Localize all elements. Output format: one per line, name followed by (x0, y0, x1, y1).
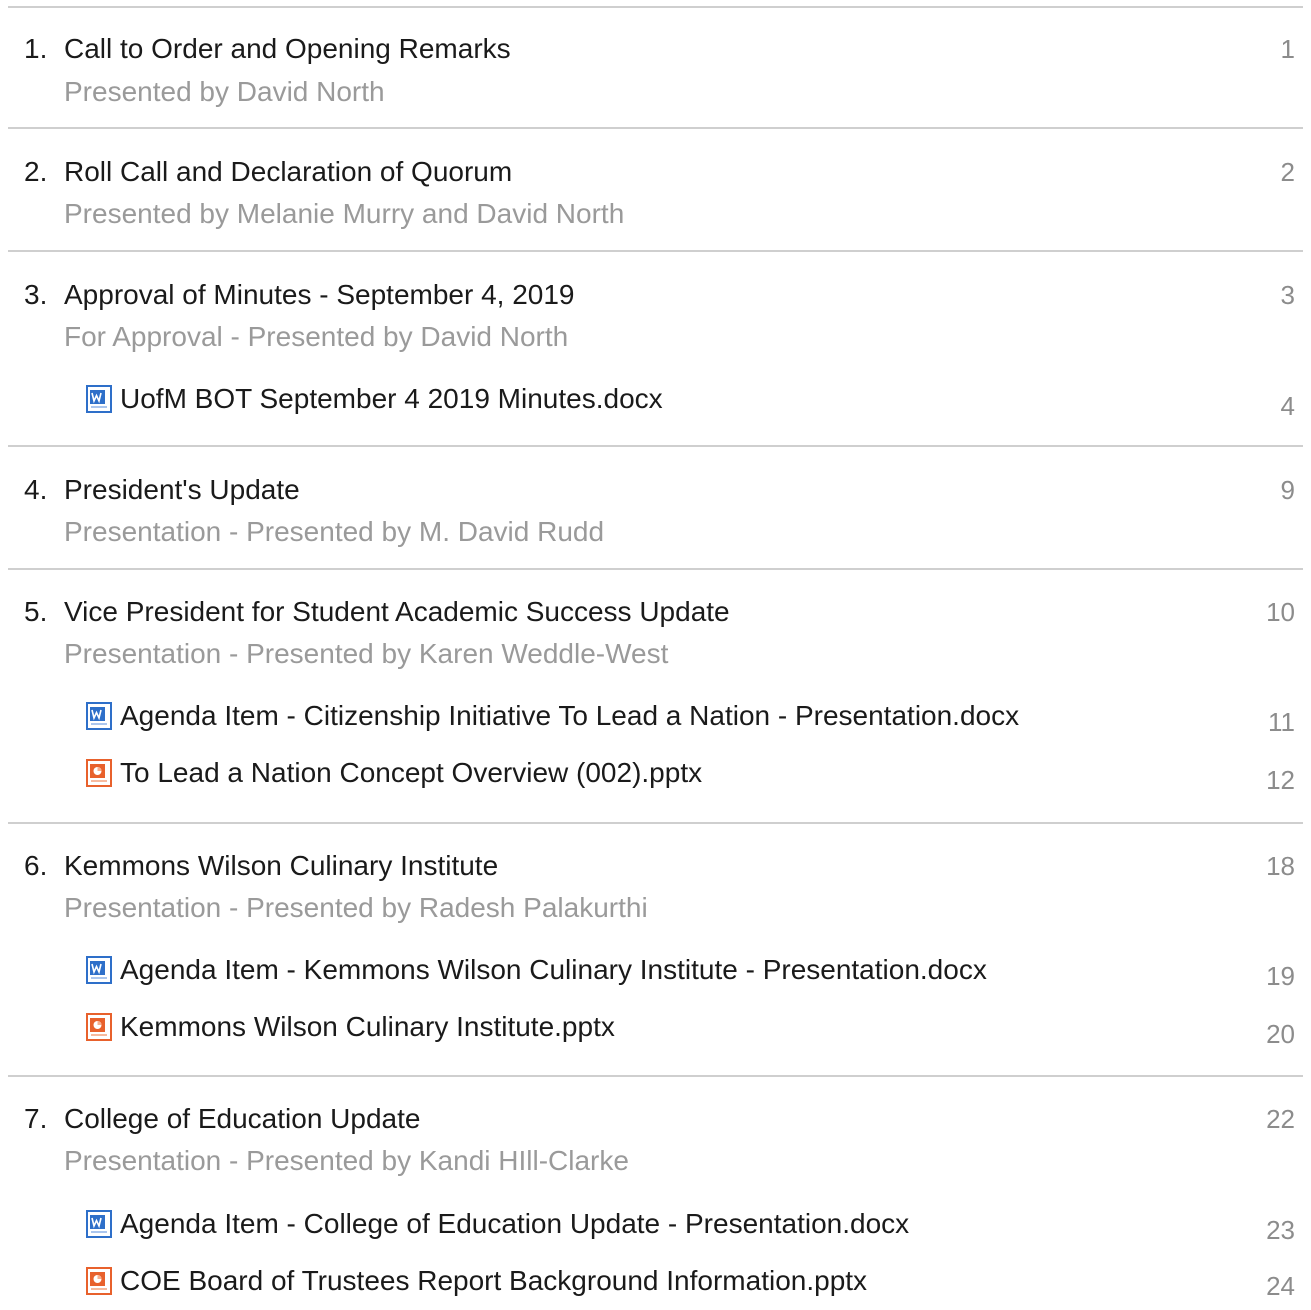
page-number: 18 (1266, 851, 1295, 881)
item-presenter: Presented by David North (64, 76, 385, 107)
divider (8, 568, 1303, 570)
page-number: 23 (1266, 1215, 1295, 1245)
item-presenter: Presentation - Presented by Kandi HIll-C… (64, 1145, 629, 1176)
attachment-link[interactable]: Kemmons Wilson Culinary Institute.pptx (86, 1009, 615, 1045)
page-number: 1 (1280, 34, 1295, 64)
word-document-icon (86, 385, 112, 413)
divider (8, 127, 1303, 129)
word-document-icon (86, 702, 112, 730)
attachment-name[interactable]: COE Board of Trustees Report Background … (120, 1263, 867, 1299)
item-title[interactable]: Kemmons Wilson Culinary Institute (64, 848, 498, 884)
attachment-name[interactable]: UofM BOT September 4 2019 Minutes.docx (120, 381, 663, 417)
divider (8, 6, 1303, 8)
item-title[interactable]: College of Education Update (64, 1101, 420, 1137)
attachment-link[interactable]: COE Board of Trustees Report Background … (86, 1263, 867, 1299)
item-number: 2. (24, 156, 48, 187)
divider (8, 822, 1303, 824)
attachment-name[interactable]: Agenda Item - College of Education Updat… (120, 1206, 909, 1242)
page-number: 3 (1280, 280, 1295, 310)
item-presenter: For Approval - Presented by David North (64, 321, 569, 352)
page-number: 2 (1280, 157, 1295, 187)
divider (8, 1075, 1303, 1077)
attachment-link[interactable]: Agenda Item - College of Education Updat… (86, 1206, 909, 1242)
page-number: 12 (1266, 765, 1295, 795)
attachment-link[interactable]: UofM BOT September 4 2019 Minutes.docx (86, 381, 663, 417)
item-number: 5. (24, 596, 48, 627)
page-number: 20 (1266, 1019, 1295, 1049)
item-title[interactable]: Call to Order and Opening Remarks (64, 31, 511, 67)
item-title[interactable]: Approval of Minutes - September 4, 2019 (64, 277, 575, 313)
item-number: 3. (24, 279, 48, 310)
page-number: 22 (1266, 1104, 1295, 1134)
attachment-name[interactable]: Kemmons Wilson Culinary Institute.pptx (120, 1009, 615, 1045)
divider (8, 445, 1303, 447)
item-presenter: Presentation - Presented by Radesh Palak… (64, 892, 648, 923)
attachment-link[interactable]: To Lead a Nation Concept Overview (002).… (86, 755, 702, 791)
divider (8, 250, 1303, 252)
item-title[interactable]: Vice President for Student Academic Succ… (64, 594, 730, 630)
attachment-link[interactable]: Agenda Item - Kemmons Wilson Culinary In… (86, 952, 987, 988)
word-document-icon (86, 956, 112, 984)
attachment-link[interactable]: Agenda Item - Citizenship Initiative To … (86, 698, 1019, 734)
item-presenter: Presentation - Presented by M. David Rud… (64, 516, 605, 547)
attachment-name[interactable]: To Lead a Nation Concept Overview (002).… (120, 755, 702, 791)
page-number: 10 (1266, 597, 1295, 627)
page-number: 24 (1266, 1271, 1295, 1301)
page-number: 9 (1280, 475, 1295, 505)
item-title[interactable]: President's Update (64, 472, 300, 508)
item-number: 7. (24, 1103, 48, 1134)
word-document-icon (86, 1210, 112, 1238)
item-number: 6. (24, 850, 48, 881)
attachment-name[interactable]: Agenda Item - Kemmons Wilson Culinary In… (120, 952, 987, 988)
page-number: 4 (1280, 391, 1295, 421)
page-number: 19 (1266, 961, 1295, 991)
item-presenter: Presentation - Presented by Karen Weddle… (64, 638, 669, 669)
powerpoint-document-icon (86, 1013, 112, 1041)
item-title[interactable]: Roll Call and Declaration of Quorum (64, 154, 512, 190)
powerpoint-document-icon (86, 759, 112, 787)
item-number: 4. (24, 474, 48, 505)
item-number: 1. (24, 33, 48, 64)
attachment-name[interactable]: Agenda Item - Citizenship Initiative To … (120, 698, 1019, 734)
powerpoint-document-icon (86, 1267, 112, 1295)
page-number: 11 (1268, 707, 1295, 737)
item-presenter: Presented by Melanie Murry and David Nor… (64, 198, 625, 229)
